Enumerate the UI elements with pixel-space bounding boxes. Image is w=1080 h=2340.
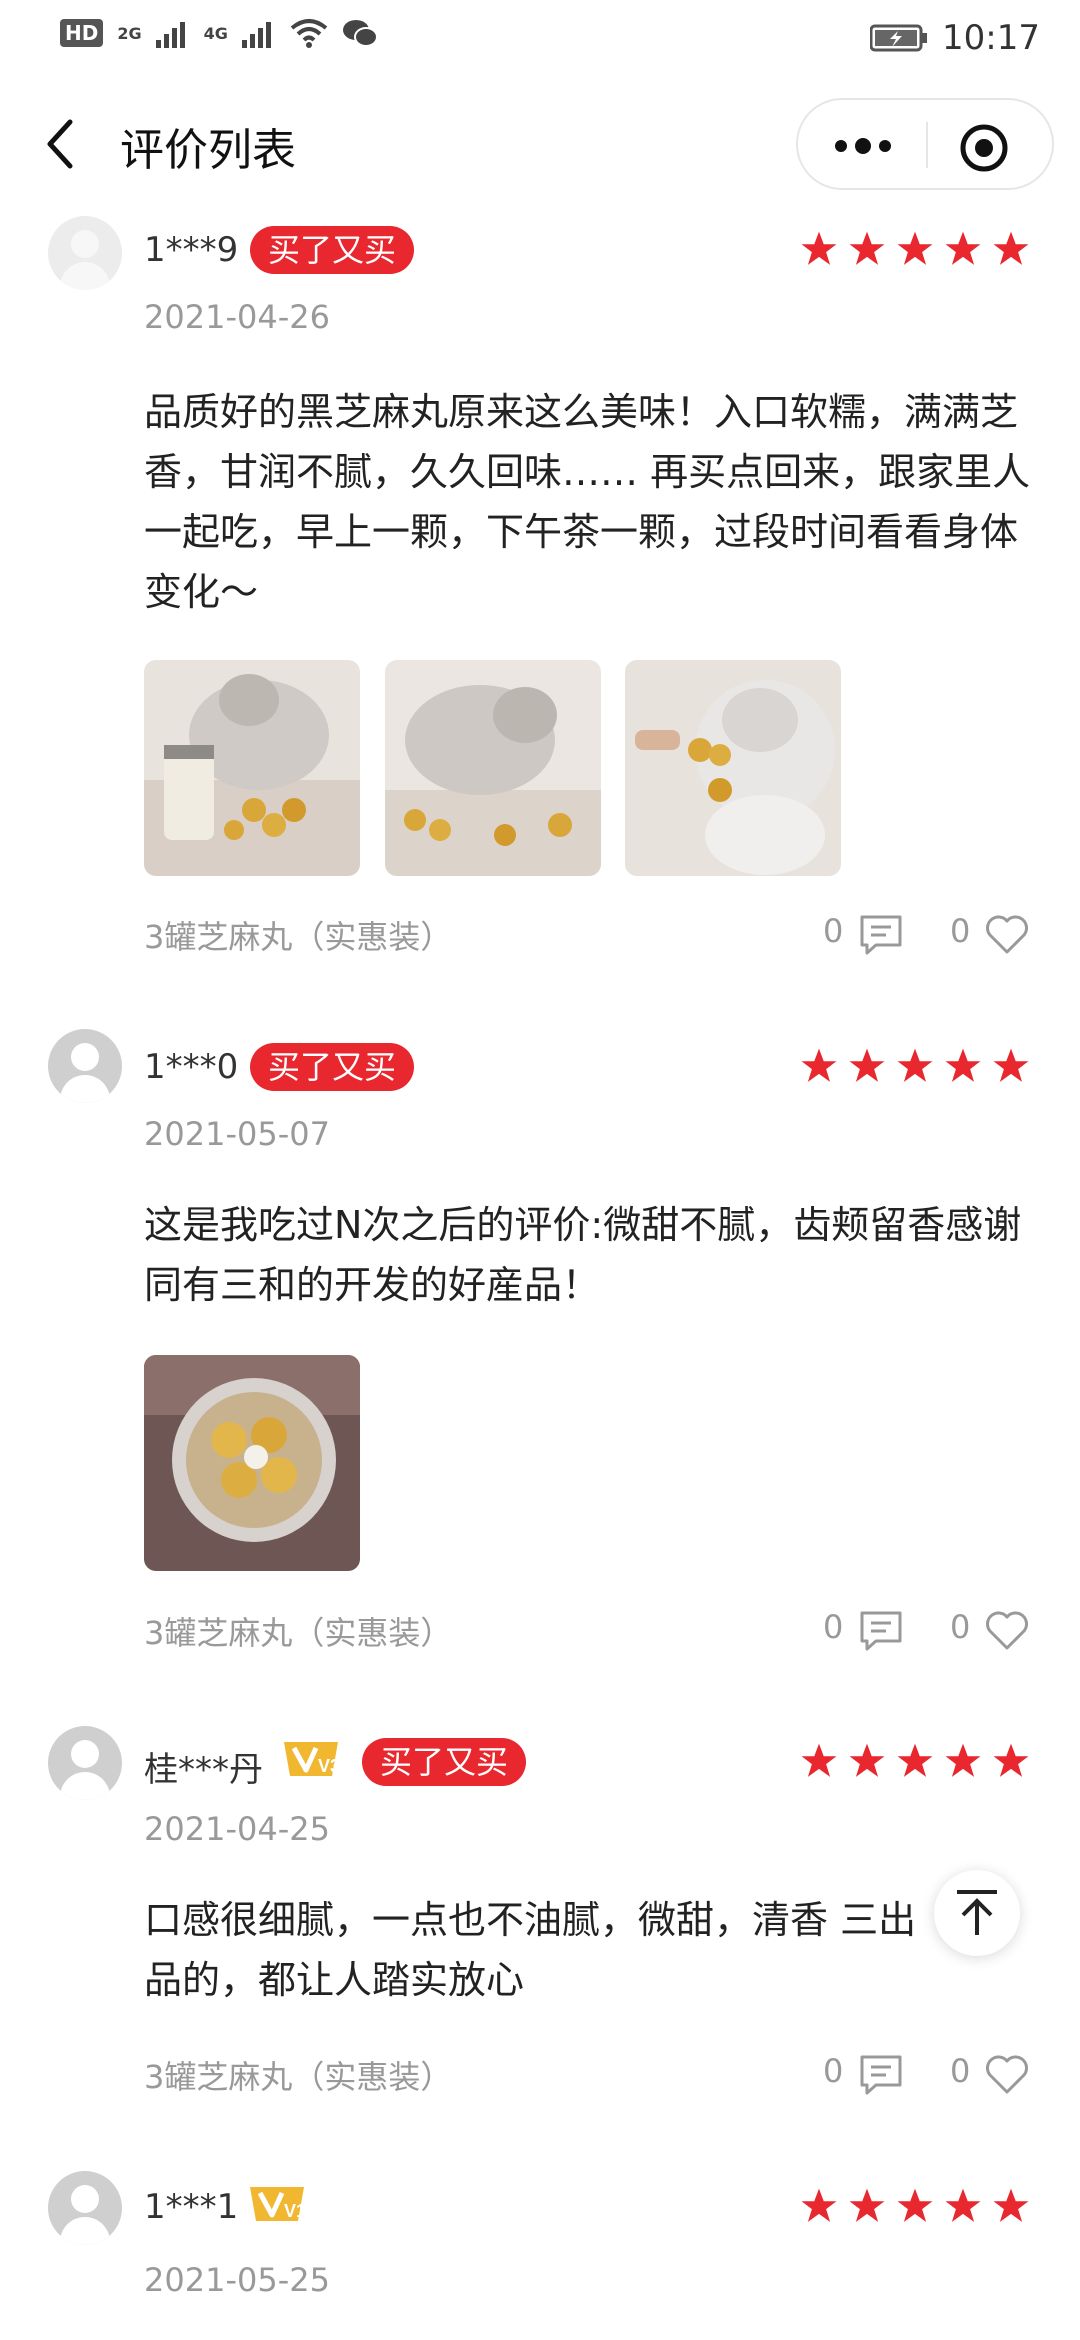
rebuy-badge: 买了又买 xyxy=(250,1043,415,1091)
jar-top-view-photo xyxy=(144,1355,360,1571)
star-icon xyxy=(993,1743,1029,1777)
star-icon xyxy=(945,2188,981,2222)
rating-stars xyxy=(800,1047,1030,1085)
comment-icon[interactable] xyxy=(858,1608,904,1654)
svg-text:V3: V3 xyxy=(318,1756,340,1776)
star-icon xyxy=(849,1743,885,1777)
star-icon xyxy=(897,2188,933,2222)
status-bar: HD 2G 4G 10:17 xyxy=(0,0,1080,80)
cat-with-balls-photo xyxy=(385,660,601,876)
review-content: 品质好的黑芝麻丸原来这么美味！入口软糯，满满芝香，甘润不腻，久久回味…… 再买点… xyxy=(144,390,1031,614)
star-icon xyxy=(849,2188,885,2222)
review-username: 桂***丹 xyxy=(144,1750,263,1790)
star-icon xyxy=(993,2188,1029,2222)
comment-count: 0 xyxy=(823,912,844,950)
nav-header: 评价列表 xyxy=(0,80,1080,210)
comment-icon[interactable] xyxy=(858,912,904,958)
star-icon xyxy=(897,1048,933,1082)
cat-with-jar-photo xyxy=(144,660,360,876)
product-spec: 3罐芝麻丸（实惠装） xyxy=(144,1614,453,1652)
sim1-network: 2G xyxy=(117,23,142,43)
avatar[interactable] xyxy=(48,1726,122,1800)
back-chevron-icon[interactable] xyxy=(40,114,80,174)
review-date: 2021-05-07 xyxy=(144,1115,330,1153)
review-content: 这是我吃过N次之后的评价:微甜不腻，齿颊留香感谢同有三和的开发的好産品！ xyxy=(144,1203,1022,1307)
status-left: HD 2G 4G xyxy=(60,18,378,48)
avatar[interactable] xyxy=(48,216,122,290)
rating-stars xyxy=(800,1742,1030,1780)
review-photo[interactable] xyxy=(144,1355,360,1571)
rebuy-badge: 买了又买 xyxy=(362,1738,527,1786)
heart-icon[interactable] xyxy=(984,1608,1030,1654)
review-item: 1***9 买了又买 2021-04-26 品质好的黑芝麻丸原来这么美味！入口软… xyxy=(0,210,1080,1000)
star-icon xyxy=(897,231,933,265)
wechat-icon xyxy=(342,20,378,47)
rating-stars xyxy=(800,230,1030,268)
star-icon xyxy=(993,1048,1029,1082)
scroll-to-top-icon xyxy=(957,1890,997,1935)
review-item: 1***1 V1 2021-05-25 xyxy=(0,2165,1080,2340)
rebuy-badge: 买了又买 xyxy=(250,226,415,274)
star-icon xyxy=(801,1743,837,1777)
wifi-icon xyxy=(290,19,328,48)
page-title: 评价列表 xyxy=(120,125,296,176)
signal-icon-2 xyxy=(241,22,271,48)
star-icon xyxy=(801,1048,837,1082)
review-date: 2021-04-25 xyxy=(144,1810,330,1848)
comment-count: 0 xyxy=(823,1608,844,1646)
comment-count: 0 xyxy=(823,2052,844,2090)
heart-icon[interactable] xyxy=(984,912,1030,958)
star-icon xyxy=(849,1048,885,1082)
like-count: 0 xyxy=(950,912,971,950)
review-username: 1***0 xyxy=(144,1047,239,1087)
like-count: 0 xyxy=(950,2052,971,2090)
star-icon xyxy=(801,2188,837,2222)
star-icon xyxy=(945,231,981,265)
product-spec: 3罐芝麻丸（实惠装） xyxy=(144,918,453,956)
signal-icon xyxy=(155,22,185,48)
more-dots-icon[interactable] xyxy=(828,128,898,164)
review-username: 1***9 xyxy=(144,230,239,270)
review-username: 1***1 xyxy=(144,2187,239,2227)
comment-icon[interactable] xyxy=(858,2052,904,2098)
review-photo[interactable] xyxy=(625,660,841,876)
vip-v1-icon: V1 xyxy=(250,2187,306,2221)
star-icon xyxy=(945,1743,981,1777)
review-item: 1***0 买了又买 2021-05-07 这是我吃过N次之后的评价:微甜不腻，… xyxy=(0,1025,1080,1695)
star-icon xyxy=(849,231,885,265)
like-count: 0 xyxy=(950,1608,971,1646)
svg-text:V1: V1 xyxy=(284,2201,306,2221)
rating-stars xyxy=(800,2187,1030,2225)
capsule-divider xyxy=(926,122,928,168)
scroll-to-top-button[interactable] xyxy=(934,1870,1020,1956)
review-photo[interactable] xyxy=(385,660,601,876)
sim2-network: 4G xyxy=(203,23,228,43)
star-icon xyxy=(897,1743,933,1777)
vip-v3-icon: V3 xyxy=(284,1742,340,1776)
mini-program-capsule xyxy=(796,98,1054,190)
avatar[interactable] xyxy=(48,1029,122,1103)
cat-eating-ball-photo xyxy=(625,660,841,876)
star-icon xyxy=(801,231,837,265)
avatar[interactable] xyxy=(48,2171,122,2245)
product-spec: 3罐芝麻丸（实惠装） xyxy=(144,2058,453,2096)
battery-charging-icon xyxy=(870,24,928,52)
star-icon xyxy=(993,231,1029,265)
review-date: 2021-04-26 xyxy=(144,298,330,336)
status-right: 10:17 xyxy=(870,18,1040,58)
heart-icon[interactable] xyxy=(984,2052,1030,2098)
review-photo[interactable] xyxy=(144,660,360,876)
review-item: 桂***丹 V3 买了又买 2021-04-25 口感很细腻，一点也不油腻，微甜… xyxy=(0,1722,1080,2122)
clock: 10:17 xyxy=(942,18,1040,58)
star-icon xyxy=(945,1048,981,1082)
target-close-icon[interactable] xyxy=(958,122,1010,174)
hd-indicator: HD xyxy=(60,19,104,47)
review-date: 2021-05-25 xyxy=(144,2261,330,2299)
review-content: 口感很细腻，一点也不油腻，微甜，清香 三出品的，都让人踏实放心 xyxy=(144,1898,917,2002)
